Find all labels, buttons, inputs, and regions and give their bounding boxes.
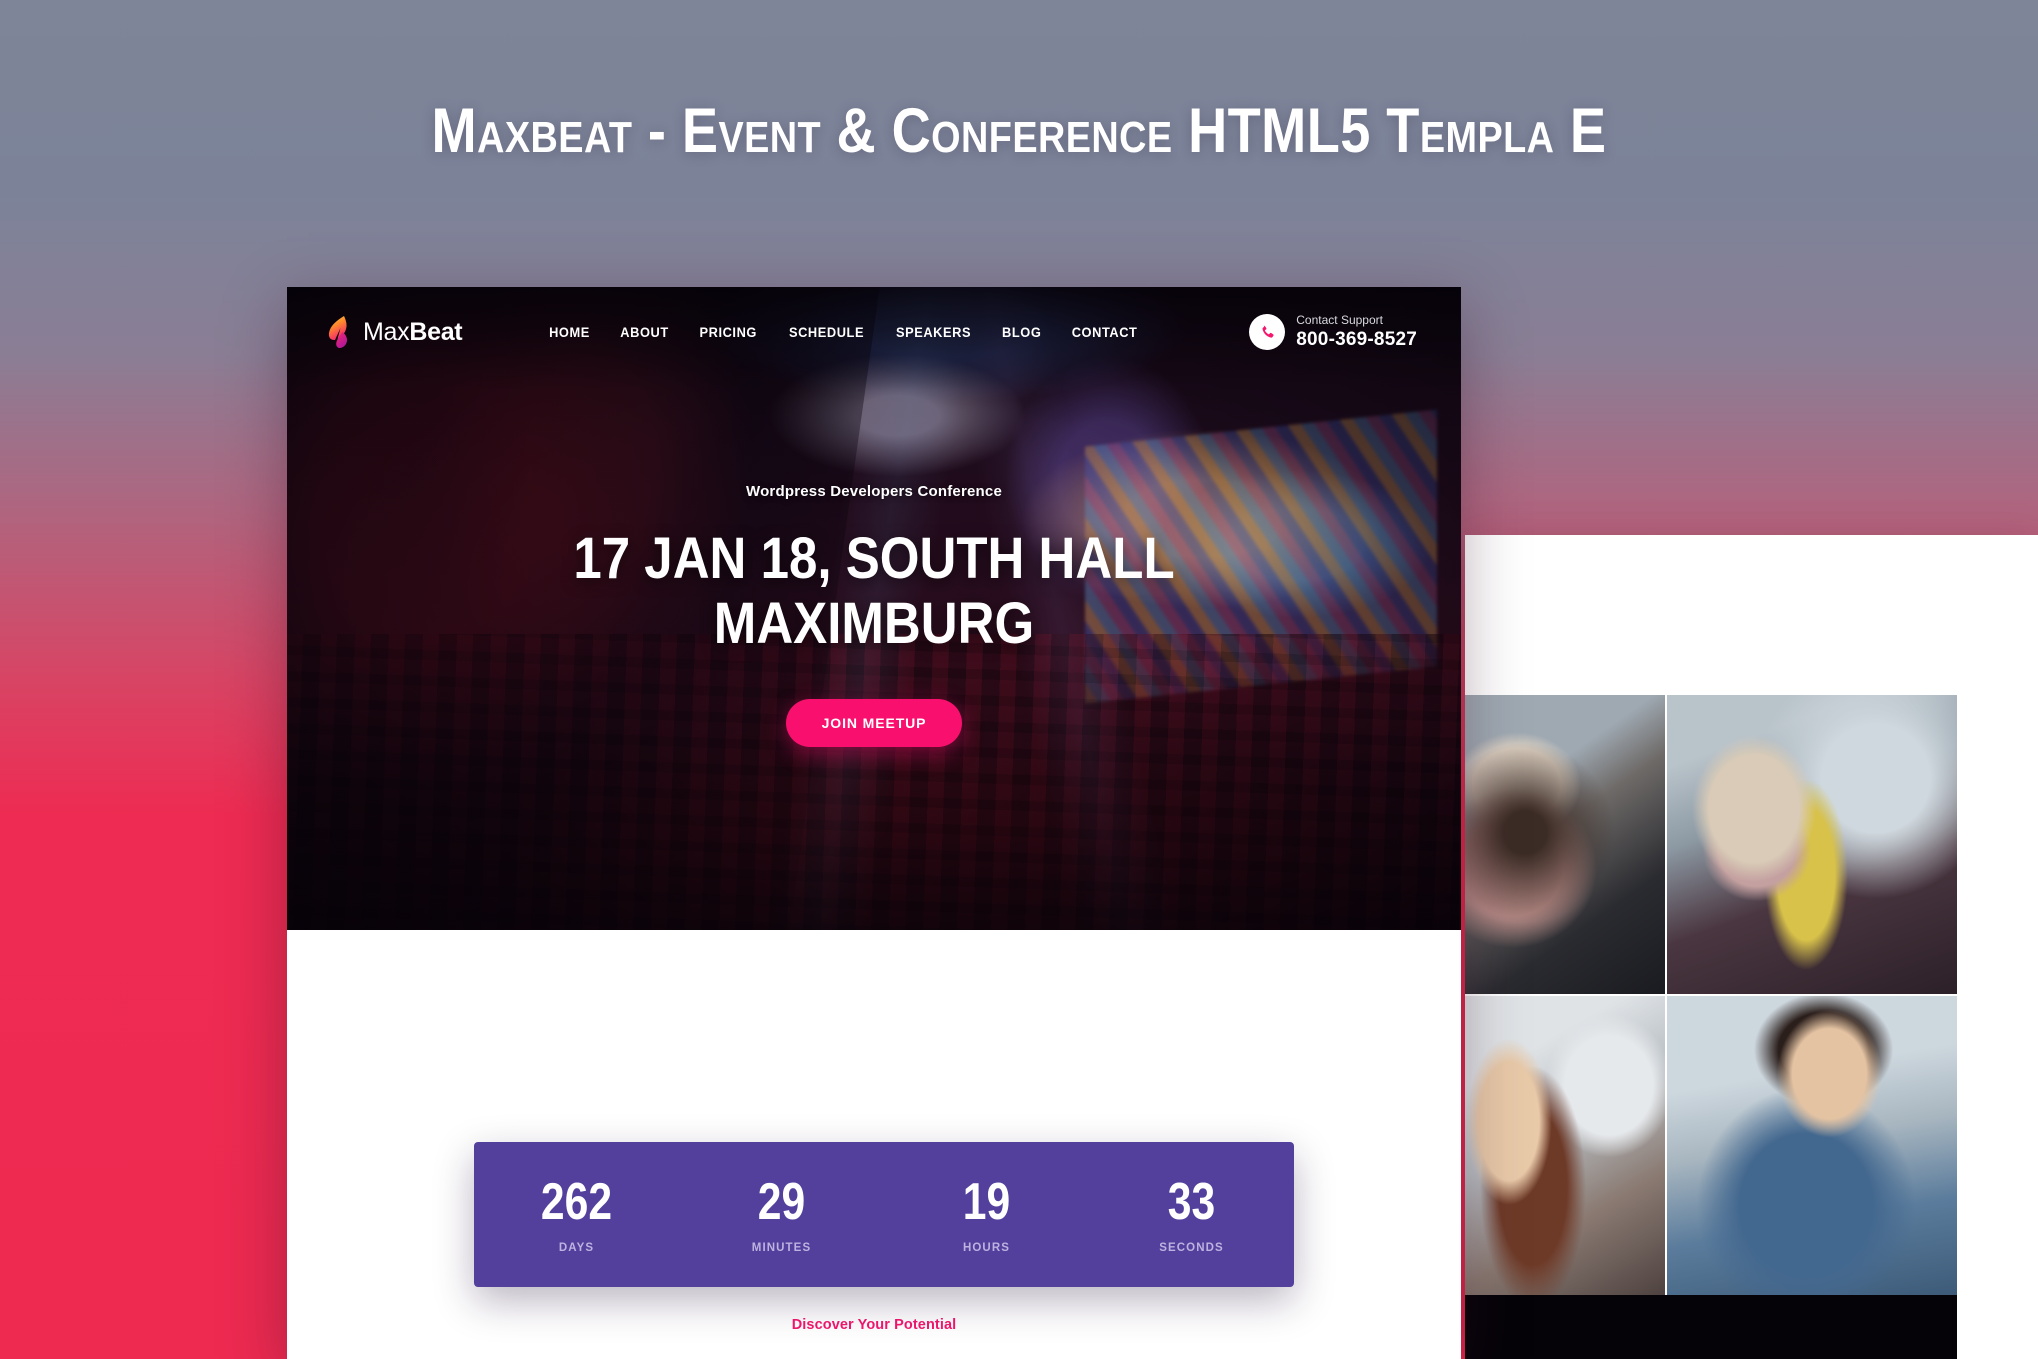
countdown-seconds: 33 SECONDS bbox=[1089, 1176, 1294, 1254]
hero-title: 17 JAN 18, SOUTH HALL MAXIMBURG bbox=[573, 526, 1175, 656]
hero-subtitle: Wordpress Developers Conference bbox=[745, 483, 1002, 500]
hero-content: Wordpress Developers Conference 17 JAN 1… bbox=[287, 483, 1461, 747]
nav-item-schedule[interactable]: SCHEDULE bbox=[775, 325, 877, 340]
contact-phone-number: 800-369-8527 bbox=[1296, 328, 1417, 350]
countdown-minutes-label: MINUTES bbox=[751, 1241, 812, 1254]
nav-item-contact[interactable]: CONTACT bbox=[1059, 325, 1151, 340]
countdown-hours-value: 19 bbox=[962, 1172, 1011, 1231]
phone-icon-circle bbox=[1249, 314, 1286, 350]
logo-text-light: Max bbox=[363, 317, 410, 346]
speaker-photo[interactable] bbox=[1465, 695, 1665, 994]
phone-icon bbox=[1262, 325, 1274, 338]
right-preview-panel: NG bbox=[1465, 535, 2038, 1359]
countdown-hours-label: HOURS bbox=[962, 1241, 1011, 1254]
countdown-minutes: 29 MINUTES bbox=[679, 1176, 884, 1254]
why-section: Discover Your Potential WHY WE ARE HERE bbox=[287, 1317, 1461, 1359]
nav-item-pricing[interactable]: PRICING bbox=[686, 325, 770, 340]
why-eyebrow: Discover Your Potential bbox=[791, 1317, 957, 1333]
logo-text-bold: Beat bbox=[409, 317, 463, 346]
nav-item-about[interactable]: ABOUT bbox=[607, 325, 682, 340]
contact-text: Contact Support 800-369-8527 bbox=[1296, 313, 1417, 352]
countdown-minutes-value: 29 bbox=[757, 1172, 806, 1231]
countdown-days: 262 DAYS bbox=[474, 1176, 679, 1254]
countdown-days-label: DAYS bbox=[558, 1241, 595, 1254]
panel-dark-strip bbox=[1465, 1295, 1957, 1359]
speaker-photo-grid bbox=[1465, 695, 1957, 1295]
site-header: MaxBeat HOME ABOUT PRICING SCHEDULE SPEA… bbox=[287, 287, 1461, 377]
right-panel-heading-area: NG bbox=[1465, 535, 2038, 1156]
logo-text: MaxBeat bbox=[363, 317, 463, 347]
flame-icon bbox=[328, 316, 348, 349]
contact-support-label: Contact Support bbox=[1296, 312, 1383, 327]
main-navigation: HOME ABOUT PRICING SCHEDULE SPEAKERS BLO… bbox=[534, 325, 1153, 340]
contact-support-block[interactable]: Contact Support 800-369-8527 bbox=[1249, 313, 1417, 352]
speaker-photo[interactable] bbox=[1465, 996, 1665, 1295]
join-meetup-button[interactable]: JOIN MEETUP bbox=[785, 698, 963, 747]
countdown-timer: 262 DAYS 29 MINUTES 19 HOURS 33 SECONDS bbox=[474, 1142, 1294, 1287]
promo-headline: Maxbeat - Event & Conference HTML5 Templ… bbox=[431, 96, 1607, 166]
site-logo[interactable]: MaxBeat bbox=[327, 315, 463, 349]
nav-item-blog[interactable]: BLOG bbox=[989, 325, 1055, 340]
countdown-seconds-value: 33 bbox=[1167, 1172, 1216, 1231]
countdown-days-value: 262 bbox=[540, 1172, 613, 1231]
nav-item-speakers[interactable]: SPEAKERS bbox=[882, 325, 984, 340]
speaker-photo[interactable] bbox=[1667, 695, 1957, 994]
speaker-photo[interactable] bbox=[1667, 996, 1957, 1295]
website-preview-card: MaxBeat HOME ABOUT PRICING SCHEDULE SPEA… bbox=[287, 287, 1461, 1359]
countdown-seconds-label: SECONDS bbox=[1159, 1241, 1224, 1254]
nav-item-home[interactable]: HOME bbox=[536, 325, 603, 340]
countdown-hours: 19 HOURS bbox=[884, 1176, 1089, 1254]
